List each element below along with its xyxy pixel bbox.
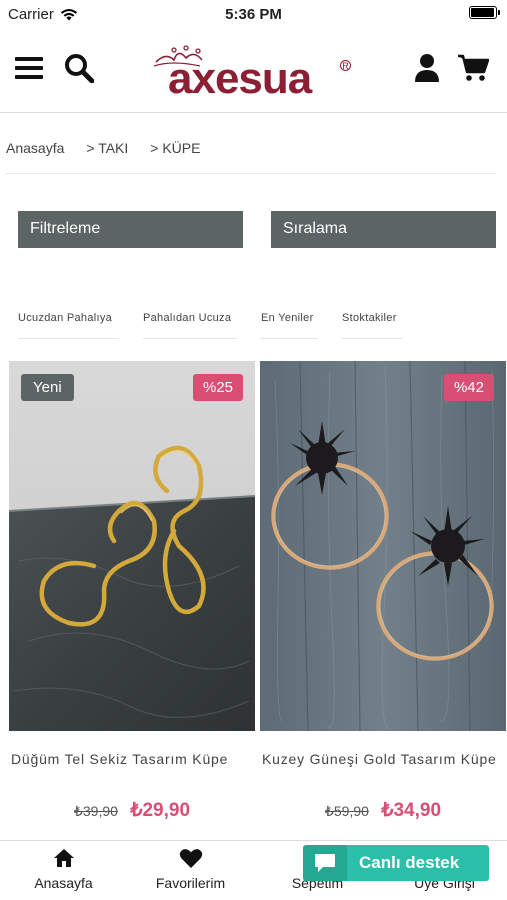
product-card[interactable]: Yeni %25 Düğüm Tel Sekiz Tasarım Küpe ₺3… xyxy=(9,361,255,841)
old-price: ₺59,90 xyxy=(324,803,369,819)
product-name[interactable]: Kuzey Güneşi Gold Tasarım Küpe xyxy=(262,751,504,767)
breadcrumb-kupe[interactable]: > KÜPE xyxy=(150,140,200,173)
tab-favorites-label: Favorilerim xyxy=(155,875,226,891)
cart-icon xyxy=(458,54,489,81)
app-header: axesua R xyxy=(0,28,507,113)
new-badge: Yeni xyxy=(21,374,74,401)
tab-home-label: Anasayfa xyxy=(34,875,93,891)
registered-icon: R xyxy=(340,60,351,71)
discount-badge: %42 xyxy=(443,374,494,401)
sort-option-newest[interactable]: En Yeniler xyxy=(261,312,318,339)
chat-icon xyxy=(315,854,335,872)
cart-button[interactable] xyxy=(455,50,491,86)
sale-price: ₺29,90 xyxy=(130,800,191,821)
sort-button[interactable]: Sıralama xyxy=(271,211,496,248)
filter-button[interactable]: Filtreleme xyxy=(18,211,243,248)
clock: 5:36 PM xyxy=(225,6,282,23)
breadcrumb: Anasayfa > TAKI > KÜPE xyxy=(6,140,496,174)
breadcrumb-taki[interactable]: > TAKI xyxy=(86,140,128,173)
sort-option-price-asc[interactable]: Ucuzdan Pahalıya xyxy=(18,312,119,339)
live-chat-button[interactable]: Canlı destek xyxy=(303,845,489,881)
logo-text: axesua xyxy=(168,54,312,103)
price-row: ₺59,90 ₺34,90 xyxy=(260,799,506,822)
discount-badge: %25 xyxy=(192,374,243,401)
product-photo xyxy=(260,361,506,731)
sort-option-price-desc[interactable]: Pahalıdan Ucuza xyxy=(143,312,237,339)
price-row: ₺39,90 ₺29,90 xyxy=(9,799,255,822)
tab-home[interactable]: Anasayfa xyxy=(0,847,127,891)
sort-options: Ucuzdan Pahalıya Pahalıdan Ucuza En Yeni… xyxy=(18,312,426,339)
battery-icon xyxy=(469,6,500,19)
heart-icon xyxy=(179,848,202,868)
product-list-page: Carrier 5:36 PM axesua R Anasayfa > TAKI… xyxy=(0,0,507,900)
old-price: ₺39,90 xyxy=(73,803,118,819)
tab-favorites[interactable]: Favorilerim xyxy=(127,847,254,891)
product-image[interactable]: Yeni %25 xyxy=(9,361,255,731)
user-icon xyxy=(415,54,439,82)
product-card[interactable]: %42 Kuzey Güneşi Gold Tasarım Küpe ₺59,9… xyxy=(260,361,506,841)
product-photo xyxy=(9,361,255,731)
product-image[interactable]: %42 xyxy=(260,361,506,731)
hamburger-icon xyxy=(15,57,43,79)
product-name[interactable]: Düğüm Tel Sekiz Tasarım Küpe xyxy=(11,751,253,767)
account-button[interactable] xyxy=(409,50,445,86)
search-icon xyxy=(65,54,94,83)
menu-button[interactable] xyxy=(11,50,47,86)
breadcrumb-home[interactable]: Anasayfa xyxy=(6,140,64,173)
live-chat-label: Canlı destek xyxy=(359,853,460,872)
sale-price: ₺34,90 xyxy=(381,800,442,821)
search-button[interactable] xyxy=(61,50,97,86)
home-icon xyxy=(53,849,74,867)
brand-logo[interactable]: axesua R xyxy=(150,42,355,104)
sort-option-in-stock[interactable]: Stoktakiler xyxy=(342,312,402,339)
status-bar: Carrier 5:36 PM xyxy=(0,0,507,28)
